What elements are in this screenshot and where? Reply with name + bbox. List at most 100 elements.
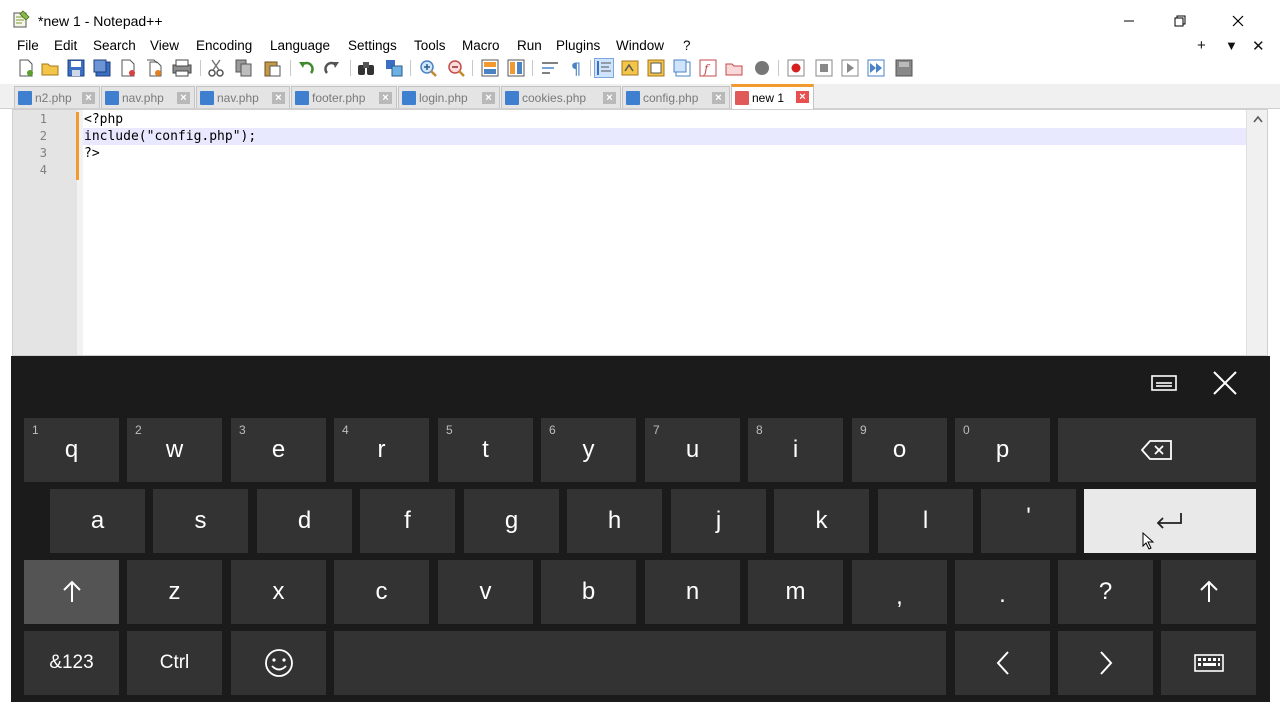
key-comma[interactable]: , (852, 560, 947, 624)
show-all-characters-button[interactable]: ¶ (566, 58, 586, 78)
key-g[interactable]: g (464, 489, 559, 553)
key-b[interactable]: b (541, 560, 636, 624)
tab-close-icon[interactable]: × (82, 92, 95, 104)
indent-guide-button[interactable] (594, 58, 614, 78)
tab-close-icon[interactable]: × (177, 92, 190, 104)
new-tab-button[interactable]: + (1197, 37, 1206, 54)
code-line[interactable]: ?> (83, 145, 1247, 162)
key-emoji[interactable] (231, 631, 326, 695)
tab-close-icon[interactable]: × (272, 92, 285, 104)
menu-view[interactable]: View (150, 38, 179, 53)
key-i[interactable]: 8i (748, 418, 843, 482)
key-symbols[interactable]: &123 (24, 631, 119, 695)
key-m[interactable]: m (748, 560, 843, 624)
key-a[interactable]: a (50, 489, 145, 553)
undo-button[interactable] (296, 58, 316, 78)
key-backspace[interactable] (1058, 418, 1256, 482)
menu-window[interactable]: Window (616, 38, 664, 53)
tab-close-icon[interactable]: × (796, 91, 809, 103)
menu-macro[interactable]: Macro (462, 38, 500, 53)
save-all-button[interactable] (92, 58, 112, 78)
code-line[interactable] (83, 162, 1247, 179)
tab-login-php[interactable]: login.php × (398, 86, 500, 108)
key-space[interactable] (334, 631, 946, 695)
key-question[interactable]: ? (1058, 560, 1153, 624)
key-shift-right[interactable] (1161, 560, 1256, 624)
key-x[interactable]: x (231, 560, 326, 624)
paste-button[interactable] (262, 58, 282, 78)
key-shift-left[interactable] (24, 560, 119, 624)
open-file-button[interactable] (40, 58, 60, 78)
menu-run[interactable]: Run (517, 38, 542, 53)
restore-button[interactable] (1157, 6, 1203, 36)
print-button[interactable] (172, 58, 192, 78)
word-wrap-button[interactable] (540, 58, 560, 78)
menu-encoding[interactable]: Encoding (196, 38, 252, 53)
menu-language[interactable]: Language (270, 38, 330, 53)
menu-search[interactable]: Search (93, 38, 136, 53)
tab-close-icon[interactable]: × (603, 92, 616, 104)
tab-close-icon[interactable]: × (379, 92, 392, 104)
key-period[interactable]: . (955, 560, 1050, 624)
key-y[interactable]: 6y (541, 418, 636, 482)
run-macro-multiple-button[interactable] (866, 58, 886, 78)
key-o[interactable]: 9o (852, 418, 947, 482)
sync-horizontal-button[interactable] (506, 58, 526, 78)
key-apostrophe[interactable]: ' (981, 489, 1076, 553)
tab-nav-php-2[interactable]: nav.php × (196, 86, 290, 108)
record-macro-button[interactable] (786, 58, 806, 78)
tab-close-icon[interactable]: × (482, 92, 495, 104)
menu-file[interactable]: File (17, 38, 39, 53)
sync-vertical-button[interactable] (480, 58, 500, 78)
tab-footer-php[interactable]: footer.php × (291, 86, 397, 108)
menu-plugins[interactable]: Plugins (556, 38, 600, 53)
key-l[interactable]: l (878, 489, 973, 553)
minimize-button[interactable] (1106, 6, 1152, 36)
key-c[interactable]: c (334, 560, 429, 624)
key-arrow-right[interactable] (1058, 631, 1153, 695)
tab-close-icon[interactable]: × (712, 92, 725, 104)
tab-cookies-php[interactable]: cookies.php × (501, 86, 621, 108)
close-window-button[interactable] (1215, 6, 1261, 36)
tab-nav-php[interactable]: nav.php × (101, 86, 195, 108)
key-q[interactable]: 1q (24, 418, 119, 482)
tab-list-dropdown[interactable]: ▼ (1225, 38, 1238, 53)
zoom-out-button[interactable] (446, 58, 466, 78)
close-doc-button[interactable]: ✕ (1252, 37, 1265, 55)
cut-button[interactable] (206, 58, 226, 78)
new-file-button[interactable] (16, 58, 36, 78)
key-u[interactable]: 7u (645, 418, 740, 482)
key-enter[interactable] (1084, 489, 1256, 553)
key-s[interactable]: s (153, 489, 248, 553)
key-d[interactable]: d (257, 489, 352, 553)
save-macro-button[interactable] (894, 58, 914, 78)
tab-new-1[interactable]: new 1 × (731, 84, 814, 109)
key-v[interactable]: v (438, 560, 533, 624)
replace-button[interactable] (384, 58, 404, 78)
dock-keyboard-button[interactable] (1144, 368, 1184, 398)
copy-button[interactable] (234, 58, 254, 78)
code-line-current[interactable]: include("config.php"); (83, 128, 1247, 145)
key-w[interactable]: 2w (127, 418, 222, 482)
key-keyboard-options[interactable] (1161, 631, 1256, 695)
find-button[interactable] (356, 58, 376, 78)
vertical-scrollbar[interactable] (1246, 110, 1267, 355)
menu-help[interactable]: ? (683, 38, 691, 53)
key-p[interactable]: 0p (955, 418, 1050, 482)
close-keyboard-button[interactable] (1205, 368, 1245, 398)
key-r[interactable]: 4r (334, 418, 429, 482)
tab-config-php[interactable]: config.php × (622, 86, 730, 108)
code-line[interactable]: <?php (83, 111, 1247, 128)
zoom-in-button[interactable] (418, 58, 438, 78)
document-list-button[interactable] (672, 58, 692, 78)
user-language-button[interactable] (620, 58, 640, 78)
key-t[interactable]: 5t (438, 418, 533, 482)
key-arrow-left[interactable] (955, 631, 1050, 695)
menu-tools[interactable]: Tools (414, 38, 446, 53)
key-n[interactable]: n (645, 560, 740, 624)
key-e[interactable]: 3e (231, 418, 326, 482)
key-ctrl[interactable]: Ctrl (127, 631, 222, 695)
function-list-button[interactable]: f (698, 58, 718, 78)
key-h[interactable]: h (567, 489, 662, 553)
key-k[interactable]: k (774, 489, 869, 553)
